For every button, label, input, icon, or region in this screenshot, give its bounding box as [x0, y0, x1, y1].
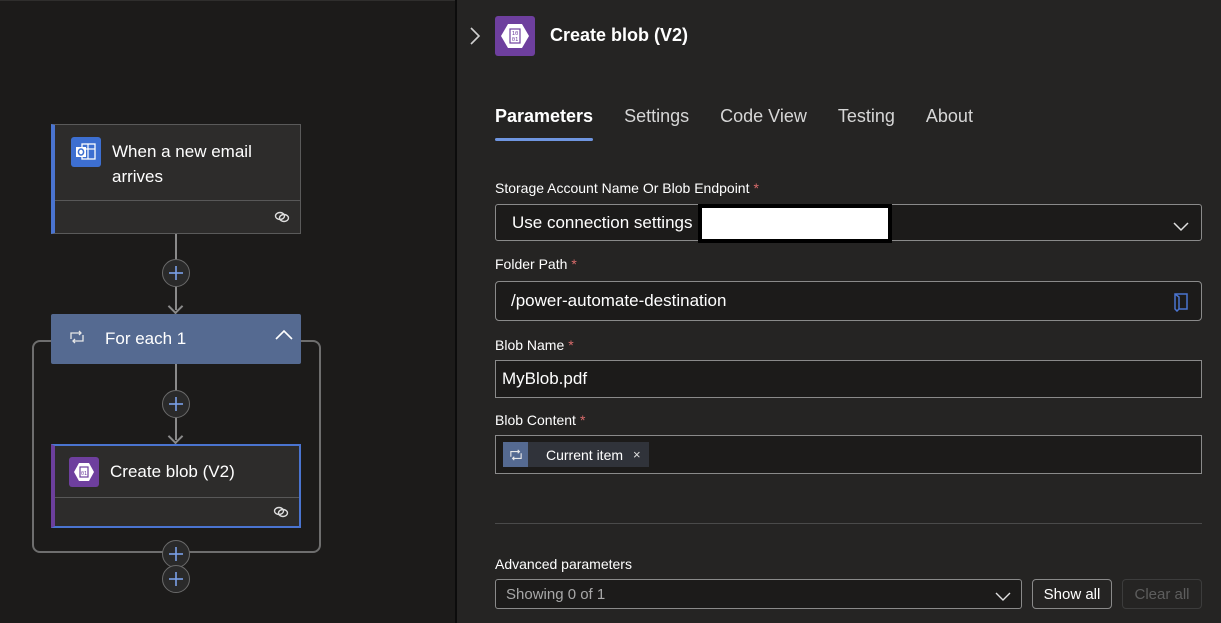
trigger-title: When a new email arrives	[112, 142, 252, 186]
storage-account-dropdown[interactable]: Use connection settings	[495, 204, 1202, 243]
trigger-card-footer	[55, 201, 300, 233]
advanced-parameters-value: Showing 0 of 1	[506, 585, 606, 603]
connection-link-icon[interactable]	[273, 505, 289, 524]
trigger-card-header: When a new email arrives	[55, 125, 300, 201]
blob-content-label-text: Blob Content	[495, 412, 576, 428]
create-blob-card[interactable]: 01 Create blob (V2)	[51, 444, 301, 528]
blob-name-label: Blob Name *	[495, 337, 574, 353]
blob-name-input[interactable]: MyBlob.pdf	[495, 360, 1202, 398]
create-blob-card-footer	[55, 498, 299, 526]
blob-content-label: Blob Content *	[495, 412, 585, 428]
trigger-card[interactable]: When a new email arrives	[51, 124, 301, 234]
add-step-button[interactable]	[162, 390, 190, 418]
blob-name-label-text: Blob Name	[495, 337, 565, 353]
add-step-inside-loop-button[interactable]	[162, 540, 190, 568]
tab-testing[interactable]: Testing	[838, 106, 895, 141]
folder-path-label-text: Folder Path	[495, 256, 568, 272]
azure-blob-icon: 10 01	[495, 16, 535, 56]
required-marker: *	[579, 412, 586, 428]
outlook-icon	[71, 137, 101, 167]
tab-code-view[interactable]: Code View	[720, 106, 807, 141]
chevron-right-icon[interactable]	[469, 26, 481, 51]
collapse-chevron-up-icon[interactable]	[275, 328, 293, 346]
loop-icon	[503, 442, 528, 467]
folder-path-input[interactable]: /power-automate-destination	[495, 281, 1202, 321]
add-step-button[interactable]	[162, 259, 190, 287]
tab-parameters[interactable]: Parameters	[495, 106, 594, 141]
foreach-header[interactable]: For each 1	[51, 314, 301, 364]
section-divider	[495, 523, 1202, 524]
remove-token-icon[interactable]: ×	[633, 447, 641, 462]
folder-picker-icon[interactable]	[1173, 292, 1189, 317]
token-label: Current item	[546, 446, 624, 463]
folder-path-value: /power-automate-destination	[511, 291, 727, 310]
chevron-down-icon[interactable]	[1173, 217, 1189, 237]
required-marker: *	[568, 337, 574, 353]
create-blob-card-header: 01 Create blob (V2)	[55, 446, 299, 498]
foreach-title: For each 1	[105, 329, 187, 348]
panel-header: 10 01 Create blob (V2)	[457, 0, 1221, 75]
flow-canvas[interactable]: When a new email arrives For each 1 01 C…	[0, 0, 455, 623]
storage-account-value: Use connection settings	[512, 212, 693, 232]
loop-icon	[69, 330, 85, 349]
dynamic-content-token[interactable]: Current item ×	[503, 442, 649, 467]
advanced-parameters-label: Advanced parameters	[495, 556, 632, 572]
action-details-panel: 10 01 Create blob (V2) Parameters Setting…	[457, 0, 1221, 623]
tab-about[interactable]: About	[926, 106, 973, 141]
folder-path-label: Folder Path *	[495, 256, 577, 272]
show-all-button[interactable]: Show all	[1032, 579, 1112, 609]
redacted-box	[698, 204, 892, 243]
required-marker: *	[753, 180, 759, 196]
svg-text:01: 01	[81, 471, 87, 477]
azure-blob-icon: 01	[69, 456, 99, 487]
panel-tabs: Parameters Settings Code View Testing Ab…	[495, 106, 1004, 141]
create-blob-title: Create blob (V2)	[110, 462, 235, 481]
required-marker: *	[571, 256, 577, 272]
connection-link-icon[interactable]	[274, 210, 290, 229]
advanced-parameters-dropdown[interactable]: Showing 0 of 1	[495, 579, 1022, 609]
blob-name-value: MyBlob.pdf	[502, 369, 588, 388]
blob-content-input[interactable]: Current item ×	[495, 435, 1202, 474]
clear-all-button: Clear all	[1122, 579, 1202, 609]
panel-title: Create blob (V2)	[550, 25, 689, 45]
svg-text:01: 01	[512, 37, 519, 43]
add-step-after-loop-button[interactable]	[162, 565, 190, 593]
chevron-down-icon[interactable]	[995, 589, 1011, 606]
storage-account-label-text: Storage Account Name Or Blob Endpoint	[495, 180, 750, 196]
storage-account-label: Storage Account Name Or Blob Endpoint *	[495, 180, 759, 196]
tab-settings[interactable]: Settings	[624, 106, 689, 141]
